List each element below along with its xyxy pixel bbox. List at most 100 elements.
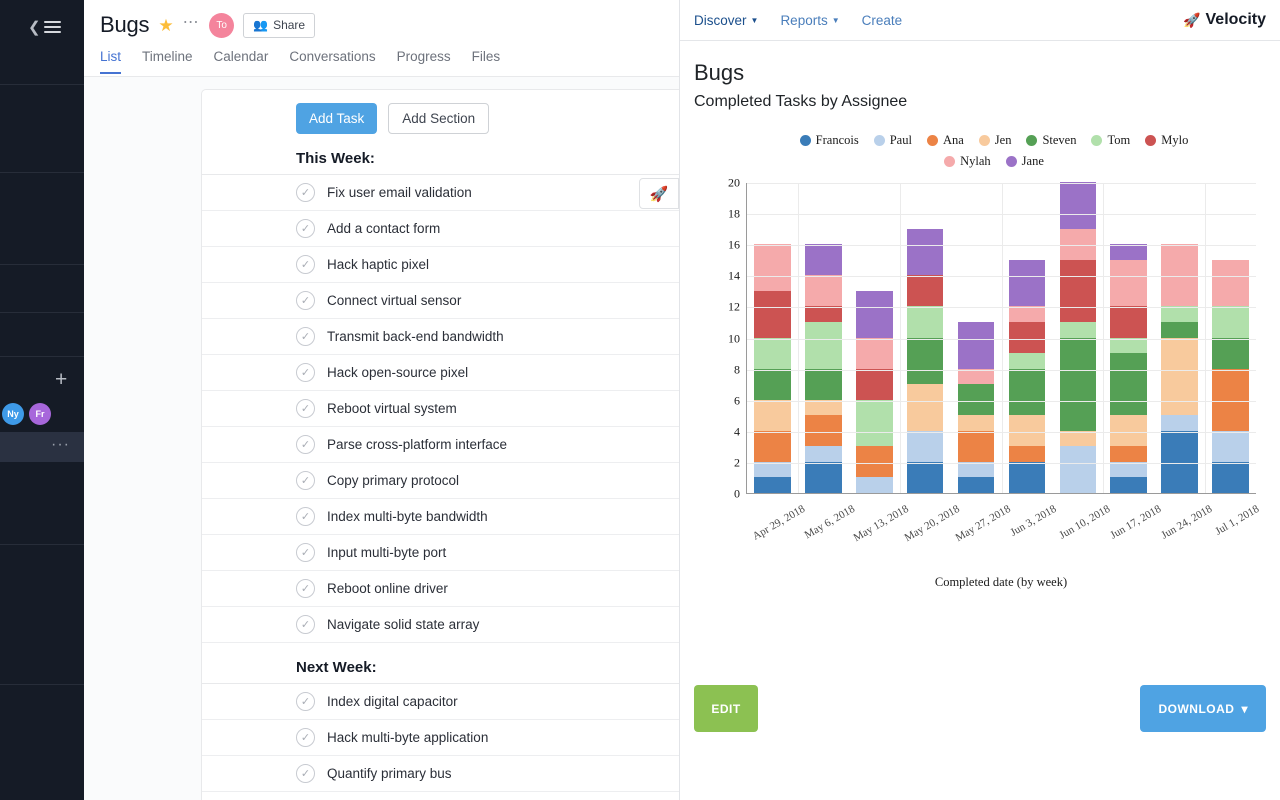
more-horizontal-icon[interactable]: ⋯ [183,15,201,31]
task-row[interactable]: ✓Hack haptic pixel [202,247,679,283]
task-row[interactable]: ✓Fix user email validation🚀 [202,175,679,211]
bar-segment-steven[interactable] [1212,338,1249,369]
star-icon[interactable]: ★ [158,17,173,34]
rocket-icon[interactable]: 🚀 [639,178,679,209]
task-complete-checkbox[interactable]: ✓ [296,543,315,562]
legend-item-steven[interactable]: Steven [1026,133,1076,148]
bar-segment-jen[interactable] [754,400,791,431]
bar-segment-paul[interactable] [1212,431,1249,462]
bar-segment-tom[interactable] [856,400,893,447]
task-complete-checkbox[interactable]: ✓ [296,183,315,202]
bar-segment-ana[interactable] [754,431,791,462]
bar-segment-tom[interactable] [1110,338,1147,354]
task-row[interactable]: ✓Reboot online driver [202,571,679,607]
bar-segment-tom[interactable] [1161,306,1198,322]
bar-segment-steven[interactable] [754,369,791,400]
bar-segment-francois[interactable] [1110,477,1147,493]
bar-segment-tom[interactable] [1212,306,1249,337]
tab-files[interactable]: Files [472,49,501,74]
legend-item-nylah[interactable]: Nylah [944,154,991,169]
bar-segment-ana[interactable] [1110,446,1147,462]
bar-segment-steven[interactable] [805,369,842,400]
bar-segment-steven[interactable] [1009,369,1046,416]
bar-segment-francois[interactable] [754,477,791,493]
tab-list[interactable]: List [100,49,121,74]
bar-segment-jane[interactable] [1009,260,1046,307]
bar-segment-nylah[interactable] [805,275,842,306]
sidebar-add-button[interactable]: + [55,371,67,389]
tab-calendar[interactable]: Calendar [214,49,269,74]
bar-segment-steven[interactable] [907,338,944,385]
bar-segment-mylo[interactable] [754,291,791,338]
bar-segment-jen[interactable] [1060,431,1097,447]
task-row[interactable]: ✓Transmit back-end bandwidth [202,319,679,355]
bar-segment-jane[interactable] [907,229,944,276]
bar-segment-francois[interactable] [1212,462,1249,493]
legend-item-paul[interactable]: Paul [874,133,912,148]
legend-item-jane[interactable]: Jane [1006,154,1044,169]
task-row[interactable]: ✓Connect virtual sensor [202,283,679,319]
task-complete-checkbox[interactable]: ✓ [296,291,315,310]
nav-discover[interactable]: Discover ▼ [694,13,758,28]
tab-conversations[interactable]: Conversations [289,49,375,74]
edit-button[interactable]: EDIT [694,685,758,732]
task-row[interactable]: ✓Index digital capacitor [202,684,679,720]
bar-segment-nylah[interactable] [958,369,995,385]
bar-segment-tom[interactable] [805,322,842,369]
bar-segment-ana[interactable] [958,431,995,462]
bar-segment-mylo[interactable] [856,369,893,400]
legend-item-mylo[interactable]: Mylo [1145,133,1188,148]
legend-item-jen[interactable]: Jen [979,133,1012,148]
bar-segment-paul[interactable] [754,462,791,478]
task-complete-checkbox[interactable]: ✓ [296,579,315,598]
bar-segment-paul[interactable] [805,446,842,462]
bar-segment-steven[interactable] [1060,338,1097,431]
add-task-button[interactable]: Add Task [296,103,377,134]
avatar[interactable]: Fr [29,403,51,425]
bar-segment-francois[interactable] [907,462,944,493]
legend-item-ana[interactable]: Ana [927,133,964,148]
bar-segment-steven[interactable] [1161,322,1198,338]
legend-item-francois[interactable]: Francois [800,133,859,148]
task-row[interactable]: ✓Parse cross-platform interface [202,427,679,463]
add-section-button[interactable]: Add Section [388,103,489,134]
sidebar-item-active[interactable]: ··· [0,432,84,462]
task-row[interactable]: ✓Hack multi-byte application [202,720,679,756]
task-row[interactable]: ✓Quantify primary bus [202,756,679,792]
bar-segment-ana[interactable] [1009,446,1046,462]
task-complete-checkbox[interactable]: ✓ [296,471,315,490]
bar-segment-tom[interactable] [907,306,944,337]
download-button[interactable]: DOWNLOAD ▾ [1140,685,1266,732]
bar-segment-paul[interactable] [958,462,995,478]
bar-segment-steven[interactable] [1110,353,1147,415]
bar-segment-mylo[interactable] [1110,306,1147,337]
nav-create[interactable]: Create [862,13,903,28]
bar-segment-paul[interactable] [856,477,893,493]
bar-segment-jen[interactable] [907,384,944,431]
bar-segment-nylah[interactable] [1009,306,1046,322]
task-row[interactable]: ✓Index multi-byte bandwidth [202,499,679,535]
task-row[interactable]: ✓Copy primary protocol [202,463,679,499]
bar-segment-francois[interactable] [1009,462,1046,493]
task-complete-checkbox[interactable]: ✓ [296,692,315,711]
bar-segment-jen[interactable] [805,400,842,416]
bar-segment-jane[interactable] [805,244,842,275]
task-complete-checkbox[interactable]: ✓ [296,764,315,783]
bar-segment-jane[interactable] [958,322,995,369]
bar-segment-paul[interactable] [1110,462,1147,478]
bar-segment-paul[interactable] [1161,415,1198,431]
legend-item-tom[interactable]: Tom [1091,133,1130,148]
bar-segment-jen[interactable] [1161,338,1198,416]
bar-segment-mylo[interactable] [805,306,842,322]
task-complete-checkbox[interactable]: ✓ [296,435,315,454]
bar-segment-francois[interactable] [805,462,842,493]
bar-segment-jane[interactable] [856,291,893,338]
task-row[interactable]: ✓Input multi-byte port [202,535,679,571]
bar-segment-nylah[interactable] [1212,260,1249,307]
bar-segment-mylo[interactable] [1060,260,1097,322]
bar-segment-jane[interactable] [1060,182,1097,229]
bar-segment-mylo[interactable] [907,275,944,306]
tab-timeline[interactable]: Timeline [142,49,193,74]
bar-segment-jane[interactable] [1110,244,1147,260]
avatar[interactable]: To [209,13,234,38]
